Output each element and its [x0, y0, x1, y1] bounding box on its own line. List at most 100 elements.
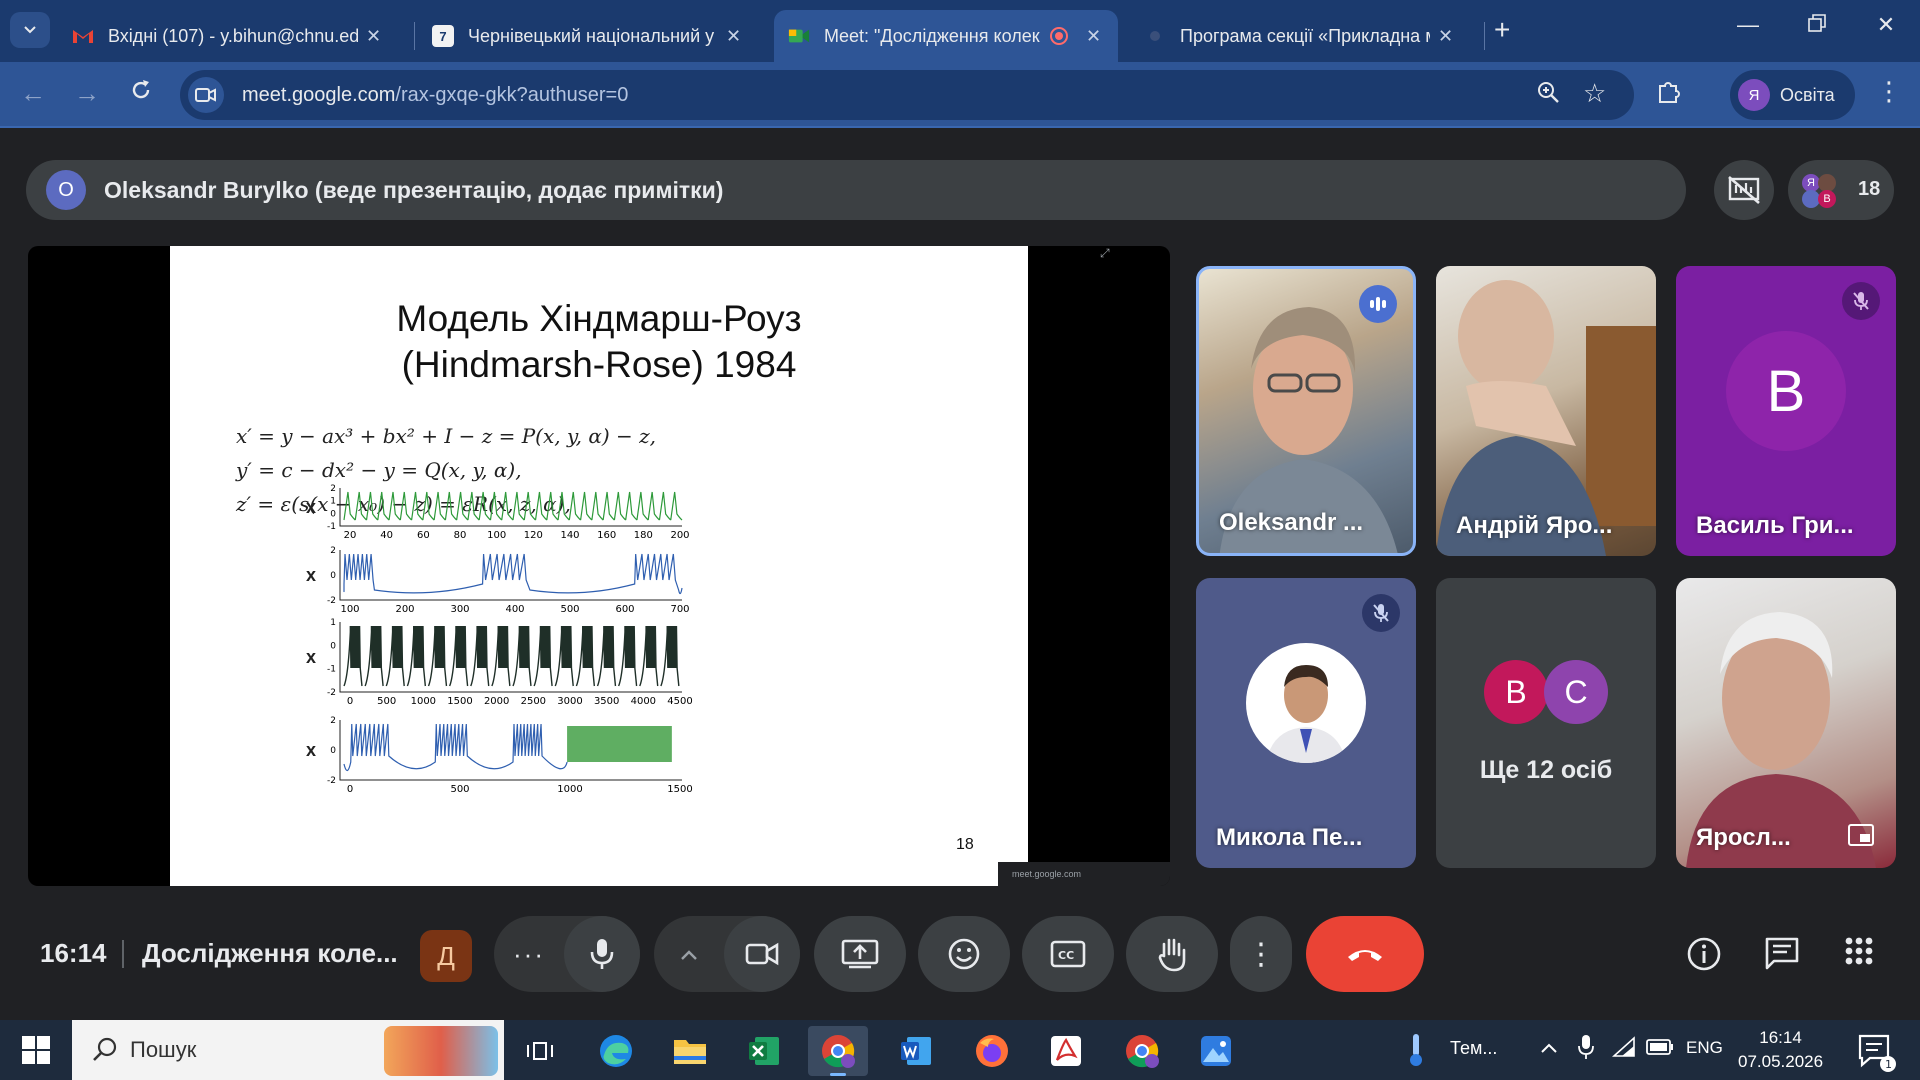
- participant-tile-oleksandr[interactable]: Oleksandr ...: [1196, 266, 1416, 556]
- x-tick-label: 3500: [594, 696, 619, 707]
- svg-text:CC: CC: [1058, 949, 1074, 962]
- close-icon[interactable]: ✕: [726, 26, 741, 47]
- zoom-icon[interactable]: [1536, 80, 1560, 111]
- time-series-plot: x 2 1 0 -1 20 40 60 80 100 120 140 160 180 200: [306, 484, 702, 542]
- more-options-button[interactable]: ⋮: [1230, 916, 1292, 992]
- close-window-button[interactable]: ✕: [1866, 12, 1906, 38]
- participant-tile-yaroslav[interactable]: Яросл...: [1676, 578, 1896, 868]
- time-series-plot: x 2 0 -2 0 500 1000 1500: [306, 716, 702, 796]
- tab-program[interactable]: Програма секції «Прикладна м ✕: [1130, 10, 1480, 62]
- x-tick-label: 600: [615, 604, 634, 615]
- start-button[interactable]: [22, 1036, 50, 1069]
- battery-icon[interactable]: [1646, 1038, 1674, 1061]
- browser-menu-button[interactable]: ⋮: [1876, 76, 1902, 107]
- tab-gmail[interactable]: Вхідні (107) - y.bihun@chnu.ed ✕: [58, 10, 408, 62]
- signal-trace: [343, 491, 683, 521]
- emoji-icon: [948, 938, 980, 970]
- reactions-button[interactable]: [918, 916, 1010, 992]
- mic-off-icon: [1362, 594, 1400, 632]
- notifications-button[interactable]: 1: [1856, 1032, 1896, 1077]
- raise-hand-button[interactable]: [1126, 916, 1218, 992]
- leave-call-button[interactable]: [1306, 916, 1424, 992]
- close-icon[interactable]: ✕: [366, 26, 381, 47]
- pin-icon[interactable]: ⤢: [1100, 246, 1110, 261]
- presentation-stage[interactable]: ⤢ Модель Хіндмарш-Роуз (Hindmarsh-Rose) …: [28, 246, 1170, 886]
- tab-university[interactable]: 7 Чернівецький національний у ✕: [418, 10, 768, 62]
- equation-y: y′ = c − dx² − y = Q(x, y, α),: [236, 458, 522, 482]
- x-tick-label: 4500: [667, 696, 692, 707]
- profile-button[interactable]: Я Освіта: [1730, 70, 1855, 120]
- participant-name: Oleksandr ...: [1219, 509, 1364, 536]
- mic-button[interactable]: [564, 916, 640, 992]
- input-language[interactable]: ENG: [1686, 1038, 1723, 1058]
- word-app[interactable]: [886, 1026, 946, 1076]
- hide-presentation-button[interactable]: [1714, 160, 1774, 220]
- wifi-icon[interactable]: [1611, 1036, 1636, 1063]
- microphone-tray-icon[interactable]: [1578, 1034, 1594, 1065]
- clock-time: 16:14: [1759, 1028, 1802, 1047]
- pip-icon[interactable]: [1842, 816, 1880, 854]
- apps-grid-icon: [1845, 937, 1873, 965]
- bookmark-star-icon[interactable]: ☆: [1583, 78, 1606, 109]
- participants-button[interactable]: Я В 18: [1788, 160, 1894, 220]
- site-info-icon[interactable]: [188, 77, 224, 113]
- activities-button[interactable]: [1844, 936, 1874, 971]
- weather-icon[interactable]: [1404, 1032, 1428, 1073]
- participant-tile-vasyl[interactable]: В Василь Гри...: [1676, 266, 1896, 556]
- more-participants-tile[interactable]: В С Ще 12 осіб: [1436, 578, 1656, 868]
- restore-button[interactable]: [1797, 12, 1837, 38]
- participant-tile-andriy[interactable]: Андрій Яро...: [1436, 266, 1656, 556]
- url-text: meet.google.com/rax-gxqe-gkk?authuser=0: [242, 84, 628, 107]
- system-clock[interactable]: 16:14 07.05.2026: [1738, 1026, 1823, 1074]
- chat-button[interactable]: [1764, 936, 1800, 975]
- language-badge[interactable]: Д: [420, 930, 472, 982]
- back-button[interactable]: ←: [16, 78, 50, 109]
- chaotic-region: [567, 726, 672, 762]
- meeting-details-button[interactable]: [1686, 936, 1722, 977]
- photos-app[interactable]: [1186, 1026, 1246, 1076]
- x-tick-label: 100: [340, 604, 359, 615]
- close-icon[interactable]: ✕: [1438, 26, 1453, 47]
- new-tab-button[interactable]: +: [1494, 14, 1510, 46]
- y-tick-label: -2: [327, 688, 336, 698]
- weather-label[interactable]: Тем...: [1450, 1038, 1497, 1059]
- file-explorer-app[interactable]: [660, 1026, 720, 1076]
- reload-button[interactable]: [124, 78, 158, 109]
- tab-search-button[interactable]: [10, 12, 50, 48]
- chevron-up-icon[interactable]: [1540, 1038, 1558, 1059]
- y-tick-label: 1: [330, 618, 336, 628]
- camera-icon: [745, 942, 779, 966]
- y-tick-label: -2: [327, 596, 336, 606]
- tab-meet[interactable]: Meet: "Дослідження колек ✕: [774, 10, 1118, 62]
- chrome-app-1[interactable]: [808, 1026, 868, 1076]
- taskbar-search[interactable]: Пошук: [72, 1020, 504, 1080]
- participant-name: Андрій Яро...: [1456, 512, 1613, 539]
- captions-button[interactable]: CC: [1022, 916, 1114, 992]
- camera-button[interactable]: [724, 916, 800, 992]
- close-icon[interactable]: ✕: [1086, 26, 1101, 47]
- meet-watermark: meet.google.com: [998, 862, 1170, 886]
- chat-icon: [1765, 937, 1799, 970]
- presentation-off-icon: [1728, 176, 1760, 204]
- y-tick-label: -1: [327, 665, 336, 675]
- signal-trace: [343, 723, 568, 772]
- edge-app[interactable]: [586, 1026, 646, 1076]
- camera-control-group: [654, 916, 800, 992]
- present-screen-icon: [841, 939, 879, 969]
- chrome-app-2[interactable]: [1112, 1026, 1172, 1076]
- forward-button[interactable]: →: [70, 78, 104, 109]
- address-bar[interactable]: meet.google.com/rax-gxqe-gkk?authuser=0 …: [180, 70, 1634, 120]
- extensions-icon[interactable]: [1656, 78, 1682, 111]
- participant-tile-mykola[interactable]: Микола Пе...: [1196, 578, 1416, 868]
- x-tick-label: 400: [505, 604, 524, 615]
- video-options-button[interactable]: [654, 941, 724, 967]
- minimize-button[interactable]: —: [1728, 12, 1768, 38]
- excel-app[interactable]: [734, 1026, 794, 1076]
- acrobat-app[interactable]: [1036, 1026, 1096, 1076]
- windows-taskbar: Пошук Тем... ENG 16:14 07.05.2026 1: [0, 1020, 1920, 1080]
- firefox-app[interactable]: [962, 1026, 1022, 1076]
- mini-avatar: В: [1818, 190, 1836, 208]
- audio-options-button[interactable]: ···: [494, 939, 564, 970]
- task-view-button[interactable]: [510, 1026, 570, 1076]
- present-button[interactable]: [814, 916, 906, 992]
